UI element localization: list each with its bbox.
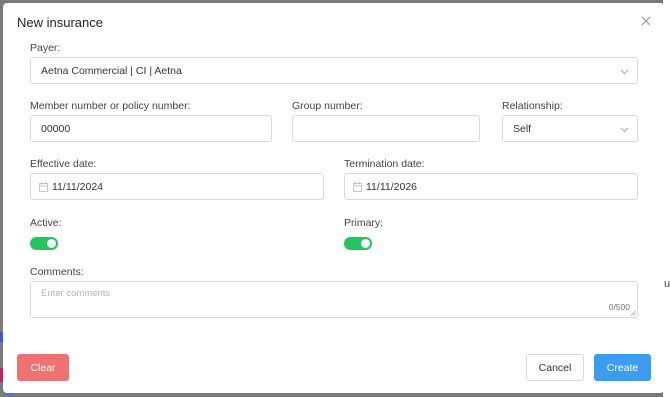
calendar-icon — [39, 182, 48, 192]
comments-label: Comments: — [30, 266, 84, 278]
cancel-button[interactable]: Cancel — [526, 354, 584, 381]
relationship-value: Self — [513, 122, 532, 135]
close-icon — [641, 16, 651, 26]
primary-label: Primary: — [344, 217, 384, 229]
termination-date-label: Termination date: — [344, 158, 425, 170]
comments-textarea[interactable]: Enter comments 0/500 — [30, 281, 638, 318]
calendar-icon — [353, 182, 362, 192]
primary-toggle[interactable] — [344, 237, 372, 250]
create-button[interactable]: Create — [594, 354, 651, 381]
character-counter: 0/500 — [608, 302, 630, 312]
member-number-value: 00000 — [41, 122, 71, 135]
comments-placeholder: Enter comments — [41, 288, 111, 299]
toggle-knob — [361, 239, 370, 248]
chevron-down-icon — [620, 69, 629, 75]
member-number-label: Member number or policy number: — [30, 100, 191, 112]
chevron-down-icon — [620, 127, 629, 133]
effective-date-input[interactable]: 11/11/2024 — [30, 173, 324, 200]
member-number-input[interactable]: 00000 — [30, 115, 272, 142]
dialog-title: New insurance — [17, 15, 103, 30]
toggle-knob — [47, 239, 56, 248]
effective-date-label: Effective date: — [30, 158, 97, 170]
relationship-select[interactable]: Self — [502, 115, 638, 142]
effective-date-value: 11/11/2024 — [52, 181, 103, 193]
relationship-label: Relationship: — [502, 100, 563, 112]
payer-value: Aetna Commercial | CI | Aetna — [41, 64, 182, 77]
clear-button[interactable]: Clear — [17, 354, 69, 381]
active-toggle[interactable] — [30, 237, 58, 250]
group-number-label: Group number: — [292, 100, 363, 112]
payer-label: Payer: — [30, 42, 61, 54]
active-label: Active: — [30, 217, 62, 229]
termination-date-value: 11/11/2026 — [366, 181, 417, 193]
group-number-input[interactable] — [292, 115, 480, 142]
close-button[interactable] — [639, 14, 653, 28]
background-text: u — [664, 278, 670, 290]
payer-select[interactable]: Aetna Commercial | CI | Aetna — [30, 57, 638, 84]
resize-grip-icon[interactable] — [630, 310, 636, 316]
termination-date-input[interactable]: 11/11/2026 — [344, 173, 638, 200]
new-insurance-dialog: New insurance Payer: Aetna Commercial | … — [3, 3, 664, 393]
background-page-edge — [663, 0, 670, 397]
